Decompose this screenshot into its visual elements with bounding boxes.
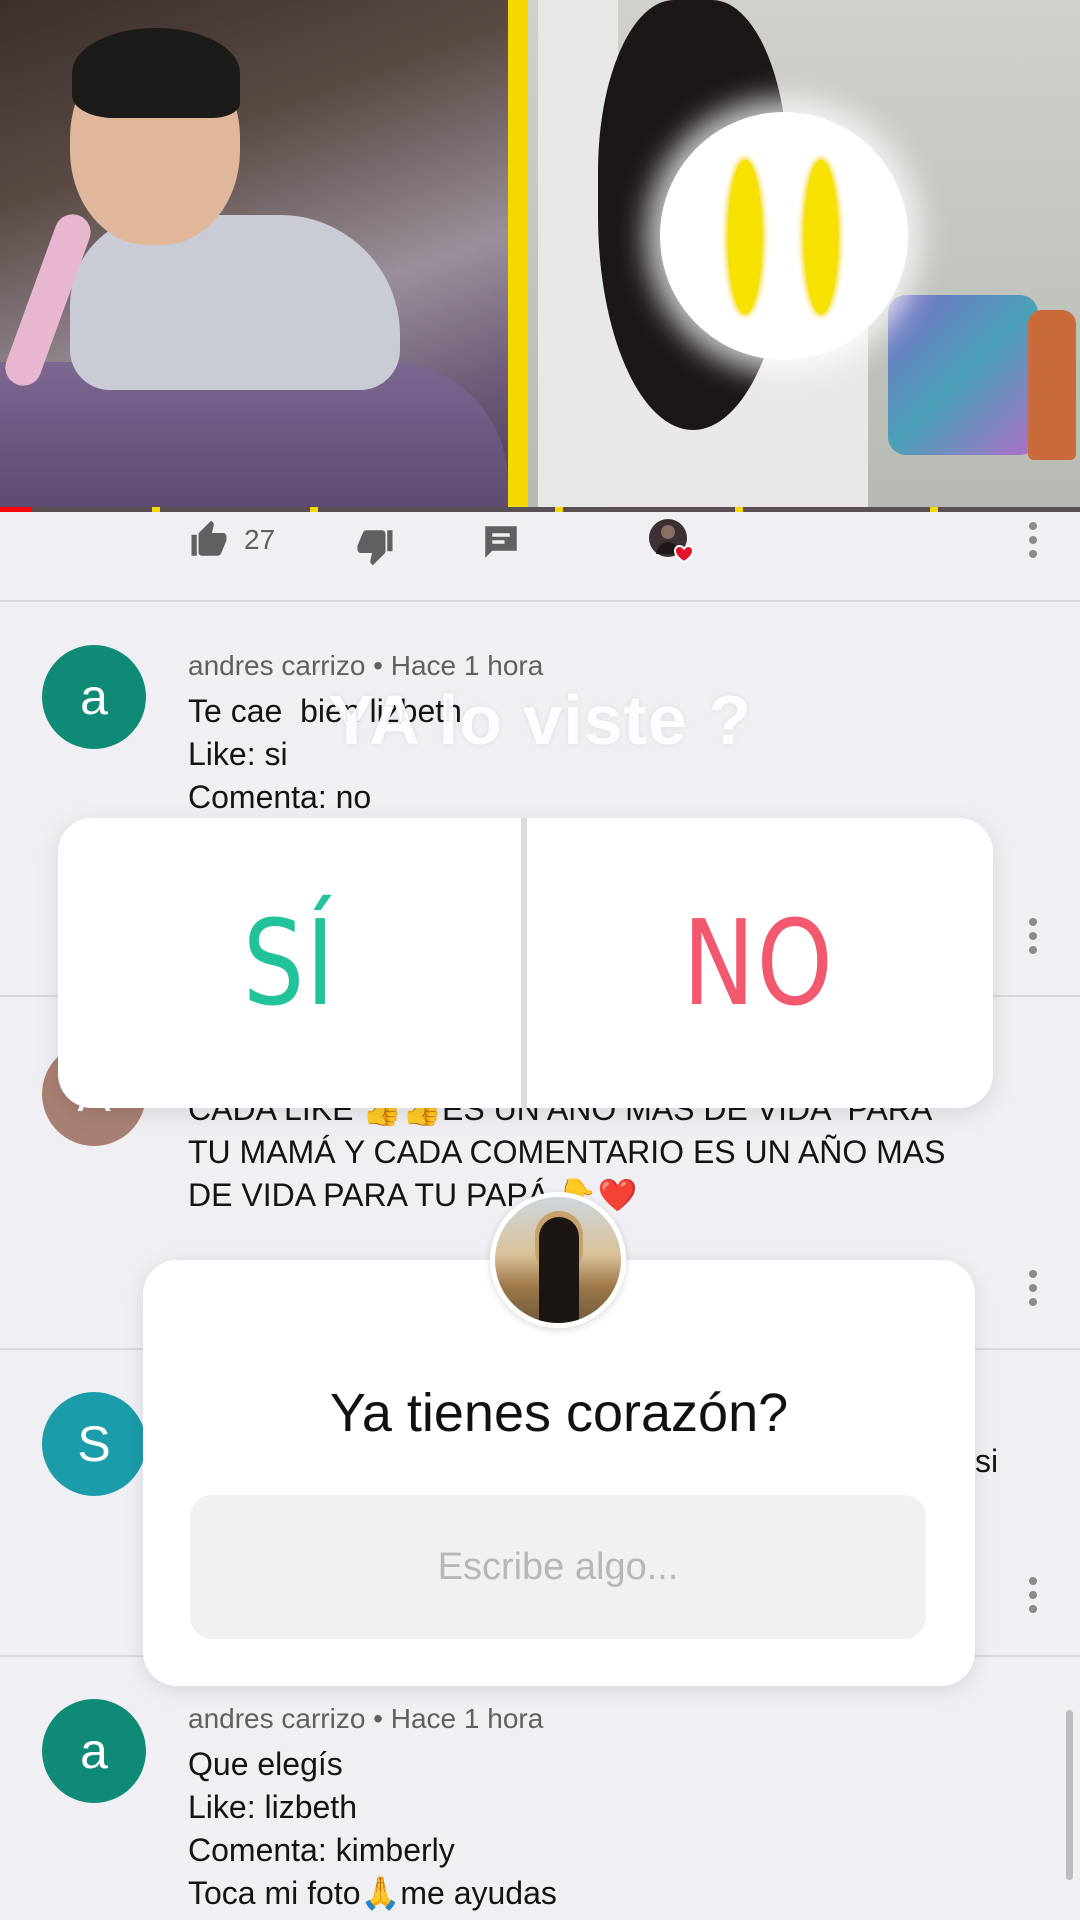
sticker-eye-left [728, 160, 762, 314]
channel-avatar-heart-icon [648, 518, 696, 566]
comment-meta: andres carrizo • Hace 1 hora [188, 650, 544, 681]
like-button[interactable]: 27 [188, 512, 275, 568]
story-title-text: YA lo viste ? [327, 681, 753, 759]
scrollbar-thumb[interactable] [1066, 1710, 1073, 1880]
more-vertical-icon[interactable] [1028, 918, 1038, 960]
avatar[interactable]: a [42, 1699, 146, 1803]
video-left-frame [0, 0, 508, 512]
video-split-divider [508, 0, 528, 512]
comment-meta: andres carrizo • Hace 1 hora [188, 1703, 544, 1734]
thumbs-down-icon [354, 525, 396, 567]
question-avatar [490, 1192, 626, 1328]
more-vertical-icon[interactable] [1028, 522, 1038, 564]
poll-option-yes[interactable]: SÍ [100, 818, 480, 1108]
comment-text: Que elegís Like: lizbeth Comenta: kimber… [188, 1746, 557, 1911]
comment-icon [480, 521, 522, 563]
thumbs-up-icon [188, 519, 230, 561]
comment-text: si [975, 1443, 999, 1479]
poll-sticker: SÍ NO [58, 818, 993, 1108]
comment-button[interactable] [480, 514, 522, 570]
like-count: 27 [244, 524, 276, 555]
more-vertical-icon[interactable] [1028, 1270, 1038, 1312]
video-action-bar: 27 [0, 512, 1080, 602]
face-sticker [660, 112, 908, 360]
video-player[interactable] [0, 0, 1080, 512]
poll-option-no[interactable]: NO [569, 818, 949, 1108]
sticker-eye-right [804, 160, 838, 314]
poll-divider [521, 818, 527, 1108]
channel-avatar-button[interactable] [648, 514, 696, 570]
avatar[interactable]: S [42, 1392, 146, 1496]
question-answer-input[interactable]: Escribe algo... [190, 1495, 926, 1639]
question-title: Ya tienes corazón? [329, 1383, 789, 1443]
more-vertical-icon[interactable] [1028, 1577, 1038, 1619]
dislike-button[interactable] [354, 518, 396, 574]
